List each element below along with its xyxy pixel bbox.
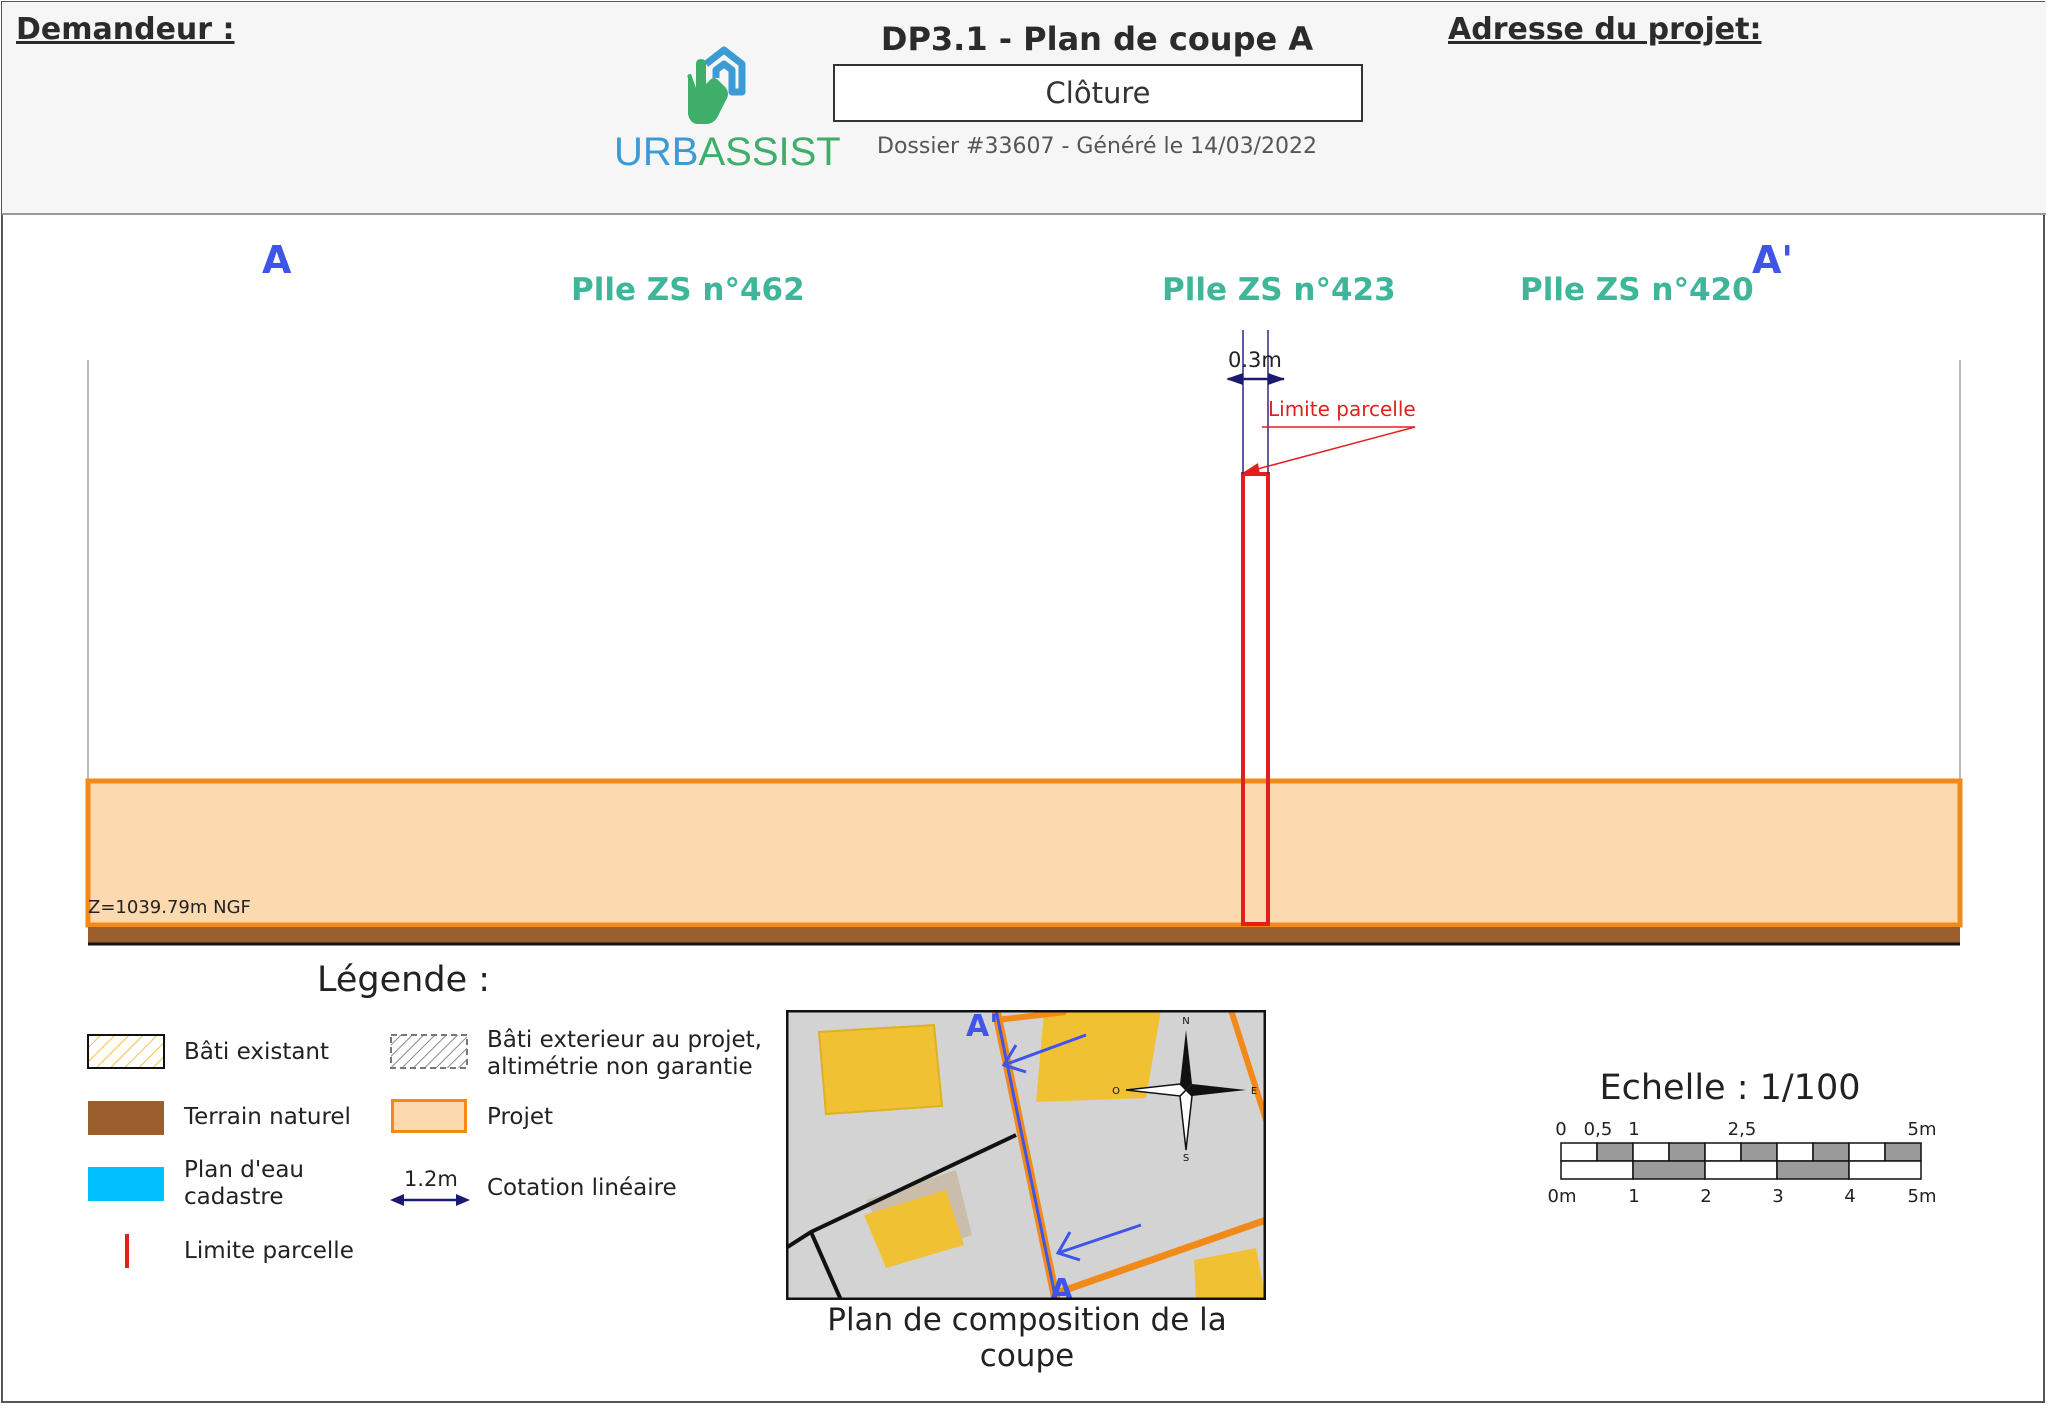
dimension-arrow-left	[1226, 373, 1243, 385]
swatch-bati-existant	[87, 1034, 165, 1069]
limit-label: Limite parcelle	[1268, 397, 1416, 421]
legend-cotation: Cotation linéaire	[487, 1175, 677, 1201]
scale-bottom-tick: 0m	[1547, 1186, 1577, 1207]
scale-bar	[1560, 1142, 1922, 1180]
legend-terrain-naturel: Terrain naturel	[184, 1104, 351, 1130]
compass-n: N	[1182, 1016, 1189, 1027]
legend-bati-exterieur: Bâti exterieur au projet, altimétrie non…	[487, 1027, 762, 1080]
swatch-bati-exterieur	[390, 1034, 468, 1069]
scale-top-tick: 0,5	[1583, 1119, 1613, 1140]
swatch-cotation	[390, 1194, 470, 1206]
dimension-label: 0.3m	[1228, 348, 1282, 372]
swatch-plan-eau	[88, 1167, 164, 1201]
dimension-arrow-right	[1268, 373, 1285, 385]
cotation-sample-value: 1.2m	[404, 1167, 458, 1191]
legend-title: Légende :	[317, 960, 491, 1000]
legend-plan-eau: Plan d'eau cadastre	[184, 1157, 304, 1210]
compass-e: E	[1251, 1086, 1257, 1097]
compass-s: S	[1183, 1153, 1189, 1164]
building-1	[817, 1023, 944, 1116]
map-marker-end: A'	[966, 1010, 998, 1044]
scale-bottom-tick: 3	[1772, 1186, 1784, 1207]
elevation-label: Z=1039.79m NGF	[88, 897, 251, 918]
limit-leader-line	[1249, 426, 1416, 472]
scale-bottom-tick: 1	[1628, 1186, 1640, 1207]
natural-terrain-layer	[88, 927, 1960, 943]
scale-top-tick: 2,5	[1727, 1119, 1757, 1140]
map-caption: Plan de composition de la coupe	[827, 1302, 1227, 1374]
scale-top-tick: 5m	[1907, 1119, 1937, 1140]
swatch-limite-parcelle	[125, 1234, 129, 1268]
scale-bottom-tick: 2	[1700, 1186, 1712, 1207]
scale-bottom-tick: 5m	[1907, 1186, 1937, 1207]
swatch-terrain-naturel	[88, 1101, 164, 1135]
scale-top-tick: 0	[1555, 1119, 1567, 1140]
project-ground-layer	[85, 778, 1963, 928]
legend-limite-parcelle: Limite parcelle	[184, 1238, 354, 1264]
swatch-projet	[391, 1099, 467, 1133]
scale-title: Echelle : 1/100	[1599, 1068, 1861, 1108]
compass-o: O	[1112, 1086, 1120, 1097]
scale-top-tick: 1	[1628, 1119, 1640, 1140]
composition-map: N S E O A' A	[786, 1010, 1266, 1300]
scale-bottom-tick: 4	[1844, 1186, 1856, 1207]
legend-projet: Projet	[487, 1104, 554, 1130]
map-marker-start: A	[1050, 1273, 1074, 1300]
legend-bati-existant: Bâti existant	[184, 1039, 330, 1065]
